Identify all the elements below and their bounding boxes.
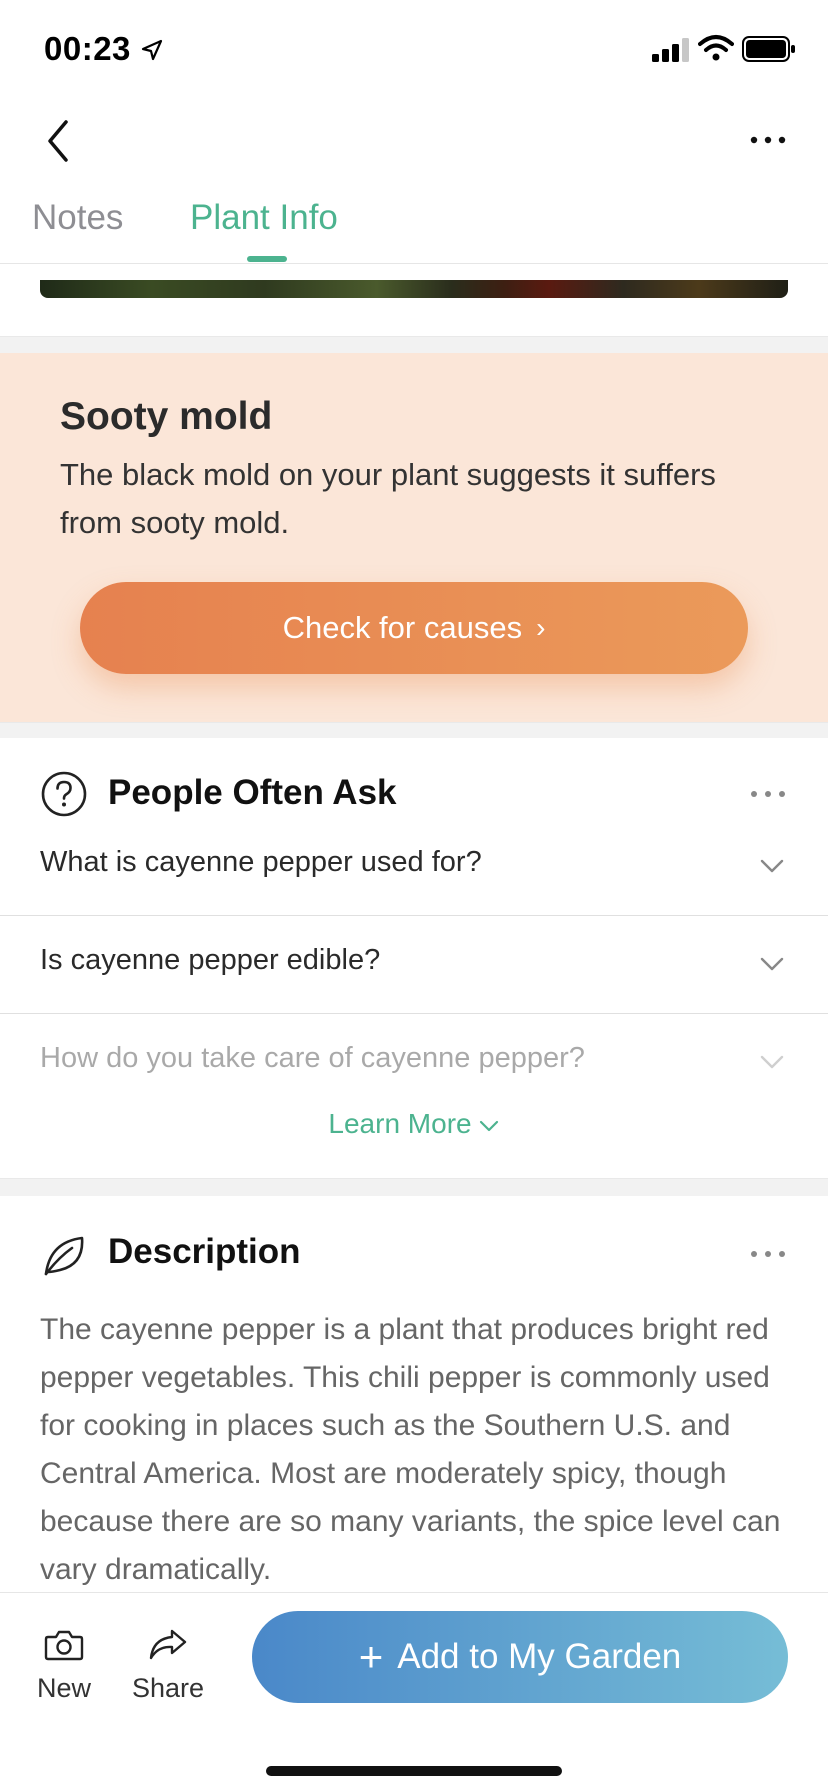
battery-icon [742, 36, 795, 62]
faq-item[interactable]: What is cayenne pepper used for? [0, 818, 828, 916]
more-options-icon[interactable] [748, 784, 788, 804]
chevron-down-icon [760, 957, 784, 971]
tab-notes[interactable]: Notes [32, 198, 123, 238]
section-divider [0, 722, 828, 738]
faq-question: How do you take care of cayenne pepper? [40, 1042, 585, 1074]
add-to-my-garden-button[interactable]: + Add to My Garden [252, 1611, 788, 1703]
section-divider [0, 336, 828, 354]
check-for-causes-button[interactable]: Check for causes › [80, 582, 748, 674]
active-tab-indicator [247, 256, 287, 262]
share-label: Share [131, 1673, 205, 1703]
question-circle-icon [41, 771, 87, 817]
home-indicator [266, 1766, 562, 1776]
more-options-icon[interactable] [748, 1244, 788, 1264]
more-options-icon[interactable] [748, 130, 788, 150]
status-bar: 00:23 [0, 0, 828, 100]
faq-title: People Often Ask [108, 773, 397, 812]
cellular-signal-icon [652, 38, 689, 62]
faq-question: What is cayenne pepper used for? [40, 846, 482, 878]
description-title: Description [108, 1232, 301, 1271]
learn-more-link[interactable]: Learn More [0, 1108, 828, 1140]
plant-image[interactable] [40, 280, 788, 298]
location-arrow-icon [141, 39, 163, 61]
wifi-icon [698, 35, 734, 61]
status-time: 00:23 [44, 30, 131, 67]
chevron-down-icon [760, 859, 784, 873]
diagnosis-text: The black mold on your plant suggests it… [60, 457, 716, 540]
chevron-down-icon [760, 1055, 784, 1069]
chevron-right-icon: › [536, 612, 546, 643]
learn-more-label: Learn More [328, 1108, 472, 1139]
faq-section: People Often Ask What is cayenne pepper … [0, 738, 828, 1178]
faq-item[interactable]: Is cayenne pepper edible? [0, 916, 828, 1014]
check-for-causes-label: Check for causes [282, 610, 523, 645]
section-divider [0, 1178, 828, 1196]
diagnosis-card: Sooty mold The black mold on your plant … [0, 353, 828, 723]
description-section: Description The cayenne pepper is a plan… [0, 1196, 828, 1592]
share-arrow-icon [149, 1629, 187, 1660]
diagnosis-title: Sooty mold [60, 395, 273, 438]
faq-item[interactable]: How do you take care of cayenne pepper? [0, 1014, 828, 1112]
faq-question: Is cayenne pepper edible? [40, 944, 381, 976]
plus-icon: + [358, 1633, 384, 1680]
tab-bar: Notes Plant Info [0, 190, 828, 264]
back-chevron-icon[interactable] [40, 116, 80, 166]
add-to-my-garden-label: Add to My Garden [397, 1637, 682, 1676]
share-button[interactable]: Share [128, 1627, 208, 1704]
new-button[interactable]: New [30, 1627, 98, 1704]
description-text: The cayenne pepper is a plant that produ… [40, 1313, 781, 1586]
leaf-icon [44, 1236, 84, 1276]
chevron-down-icon [479, 1120, 498, 1131]
camera-icon [44, 1630, 84, 1661]
tab-plant-info[interactable]: Plant Info [190, 198, 338, 238]
bottom-action-bar: New Share + Add to My Garden [0, 1592, 828, 1792]
new-label: New [36, 1673, 91, 1703]
